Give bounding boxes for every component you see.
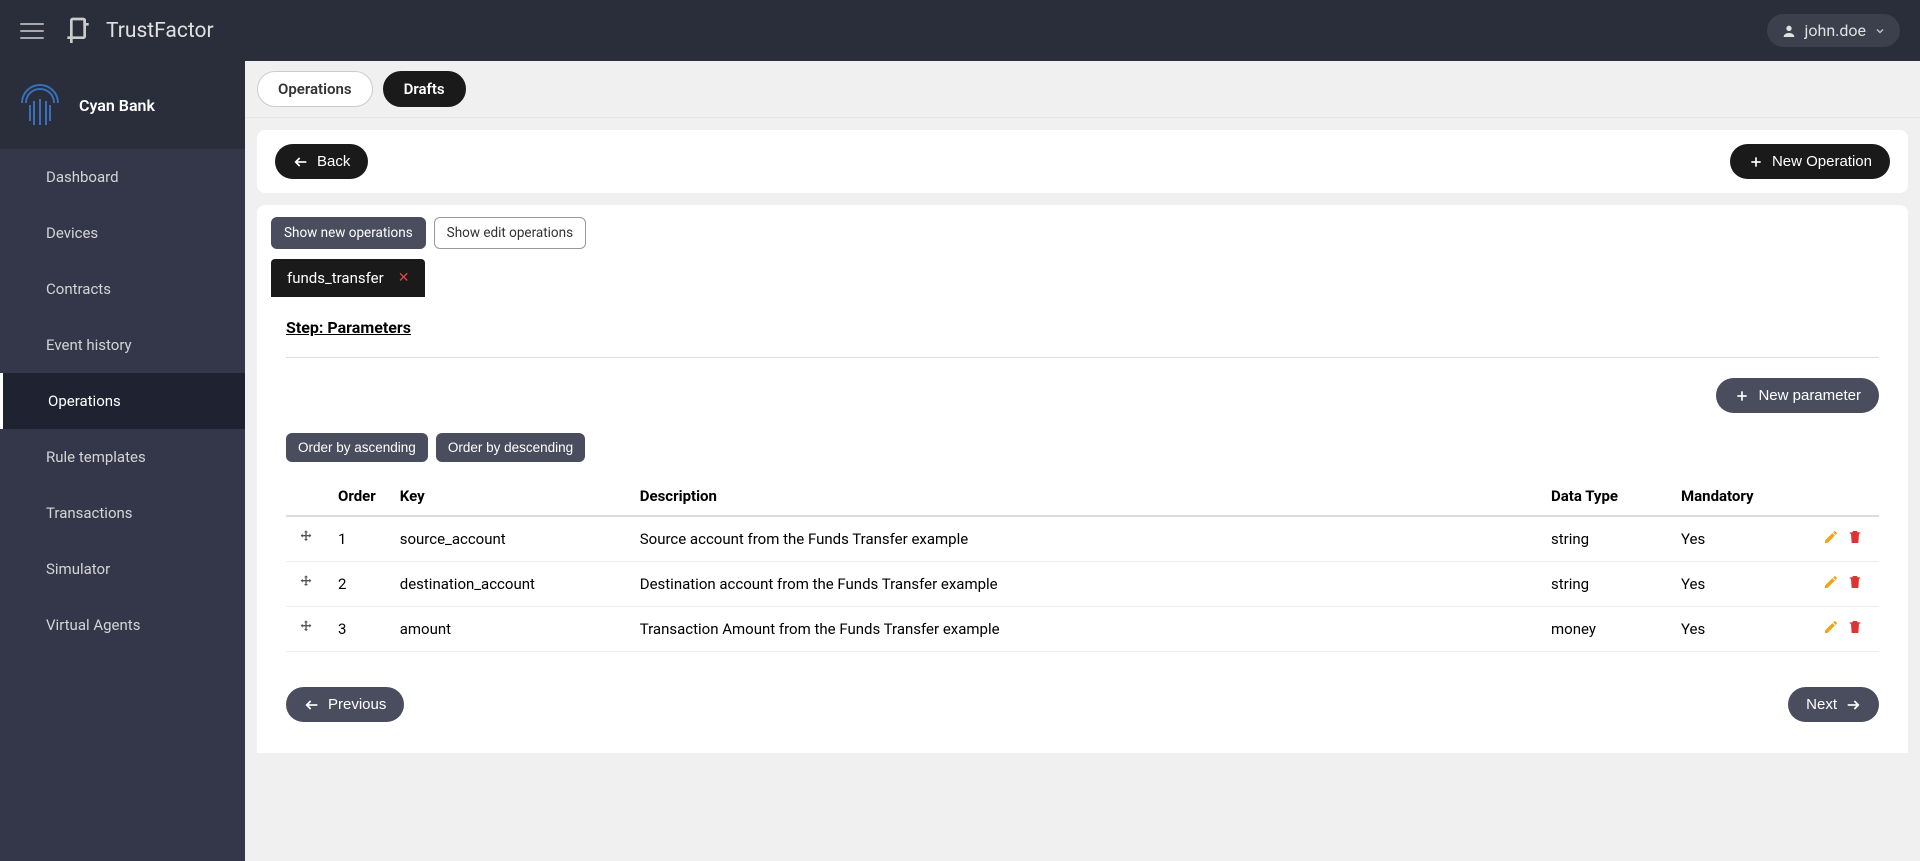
arrow-left-icon: [304, 697, 320, 713]
cell-data-type: string: [1539, 562, 1669, 607]
sidebar-item-devices[interactable]: Devices: [0, 205, 245, 261]
new-parameter-button[interactable]: New parameter: [1716, 378, 1879, 413]
order-ascending-button[interactable]: Order by ascending: [286, 433, 428, 462]
user-icon: [1781, 23, 1797, 39]
action-bar: Back New Operation: [257, 130, 1908, 193]
cell-description: Source account from the Funds Transfer e…: [628, 516, 1539, 562]
cell-mandatory: Yes: [1669, 562, 1799, 607]
filter-show-new[interactable]: Show new operations: [271, 217, 426, 249]
new-operation-label: New Operation: [1772, 153, 1872, 170]
edit-icon[interactable]: [1819, 621, 1843, 639]
table-row: 1source_accountSource account from the F…: [286, 516, 1879, 562]
org-logo-icon: [16, 81, 64, 129]
parameters-table: Order Key Description Data Type Mandator…: [286, 477, 1879, 652]
delete-icon[interactable]: [1843, 621, 1867, 639]
operation-tabs: funds_transfer ✕: [257, 259, 1908, 297]
back-label: Back: [317, 153, 350, 170]
cell-key: amount: [388, 607, 628, 652]
cell-data-type: string: [1539, 516, 1669, 562]
app-logo: TrustFactor: [62, 15, 214, 47]
sidebar-item-contracts[interactable]: Contracts: [0, 261, 245, 317]
close-tab-icon[interactable]: ✕: [398, 270, 410, 286]
cell-data-type: money: [1539, 607, 1669, 652]
order-descending-button[interactable]: Order by descending: [436, 433, 585, 462]
plus-icon: [1734, 388, 1750, 404]
edit-icon[interactable]: [1819, 531, 1843, 549]
cell-order: 1: [326, 516, 388, 562]
sidebar-item-transactions[interactable]: Transactions: [0, 485, 245, 541]
delete-icon[interactable]: [1843, 576, 1867, 594]
col-key: Key: [388, 477, 628, 516]
cell-order: 3: [326, 607, 388, 652]
previous-button[interactable]: Previous: [286, 687, 404, 722]
delete-icon[interactable]: [1843, 531, 1867, 549]
back-button[interactable]: Back: [275, 144, 368, 179]
cell-key: destination_account: [388, 562, 628, 607]
col-data-type: Data Type: [1539, 477, 1669, 516]
sidebar-item-operations[interactable]: Operations: [0, 373, 245, 429]
cell-order: 2: [326, 562, 388, 607]
user-name: john.doe: [1805, 21, 1866, 40]
sidebar-item-virtual-agents[interactable]: Virtual Agents: [0, 597, 245, 653]
draft-card: Show new operations Show edit operations…: [257, 205, 1908, 753]
hamburger-menu-icon[interactable]: [20, 23, 44, 39]
arrow-right-icon: [1845, 697, 1861, 713]
col-mandatory: Mandatory: [1669, 477, 1799, 516]
cell-key: source_account: [388, 516, 628, 562]
sidebar: Cyan Bank Dashboard Devices Contracts Ev…: [0, 61, 245, 861]
filter-show-edit[interactable]: Show edit operations: [434, 217, 586, 249]
drag-handle-icon[interactable]: [286, 562, 326, 607]
cell-mandatory: Yes: [1669, 607, 1799, 652]
new-operation-button[interactable]: New Operation: [1730, 144, 1890, 179]
app-title: TrustFactor: [106, 19, 214, 43]
step-title: Step: Parameters: [286, 318, 1879, 337]
operation-tab-funds-transfer[interactable]: funds_transfer ✕: [271, 259, 425, 297]
operation-tab-label: funds_transfer: [287, 269, 384, 287]
drag-handle-icon[interactable]: [286, 607, 326, 652]
sidebar-item-event-history[interactable]: Event history: [0, 317, 245, 373]
table-row: 2destination_accountDestination account …: [286, 562, 1879, 607]
filter-buttons: Show new operations Show edit operations: [257, 217, 1908, 259]
cell-description: Destination account from the Funds Trans…: [628, 562, 1539, 607]
edit-icon[interactable]: [1819, 576, 1843, 594]
sidebar-item-rule-templates[interactable]: Rule templates: [0, 429, 245, 485]
sidebar-item-simulator[interactable]: Simulator: [0, 541, 245, 597]
org-block: Cyan Bank: [0, 61, 245, 149]
header-left: TrustFactor: [20, 15, 214, 47]
next-button[interactable]: Next: [1788, 687, 1879, 722]
previous-label: Previous: [328, 696, 386, 713]
main-content: Operations Drafts Back New Operation: [245, 61, 1920, 861]
step-panel: Step: Parameters New parameter Order by …: [257, 297, 1908, 753]
chevron-down-icon: [1874, 25, 1886, 37]
next-label: Next: [1806, 696, 1837, 713]
arrow-left-icon: [293, 154, 309, 170]
sidebar-item-dashboard[interactable]: Dashboard: [0, 149, 245, 205]
plus-icon: [1748, 154, 1764, 170]
cell-mandatory: Yes: [1669, 516, 1799, 562]
tab-drafts[interactable]: Drafts: [383, 71, 466, 107]
org-name: Cyan Bank: [79, 96, 155, 115]
new-parameter-label: New parameter: [1758, 387, 1861, 404]
cell-description: Transaction Amount from the Funds Transf…: [628, 607, 1539, 652]
user-menu[interactable]: john.doe: [1767, 14, 1900, 47]
logo-icon: [62, 15, 94, 47]
col-description: Description: [628, 477, 1539, 516]
drag-handle-icon[interactable]: [286, 516, 326, 562]
col-order: Order: [326, 477, 388, 516]
app-header: TrustFactor john.doe: [0, 0, 1920, 61]
view-tabs: Operations Drafts: [245, 61, 1920, 118]
divider: [286, 357, 1879, 358]
table-row: 3amountTransaction Amount from the Funds…: [286, 607, 1879, 652]
tab-operations[interactable]: Operations: [257, 71, 373, 107]
